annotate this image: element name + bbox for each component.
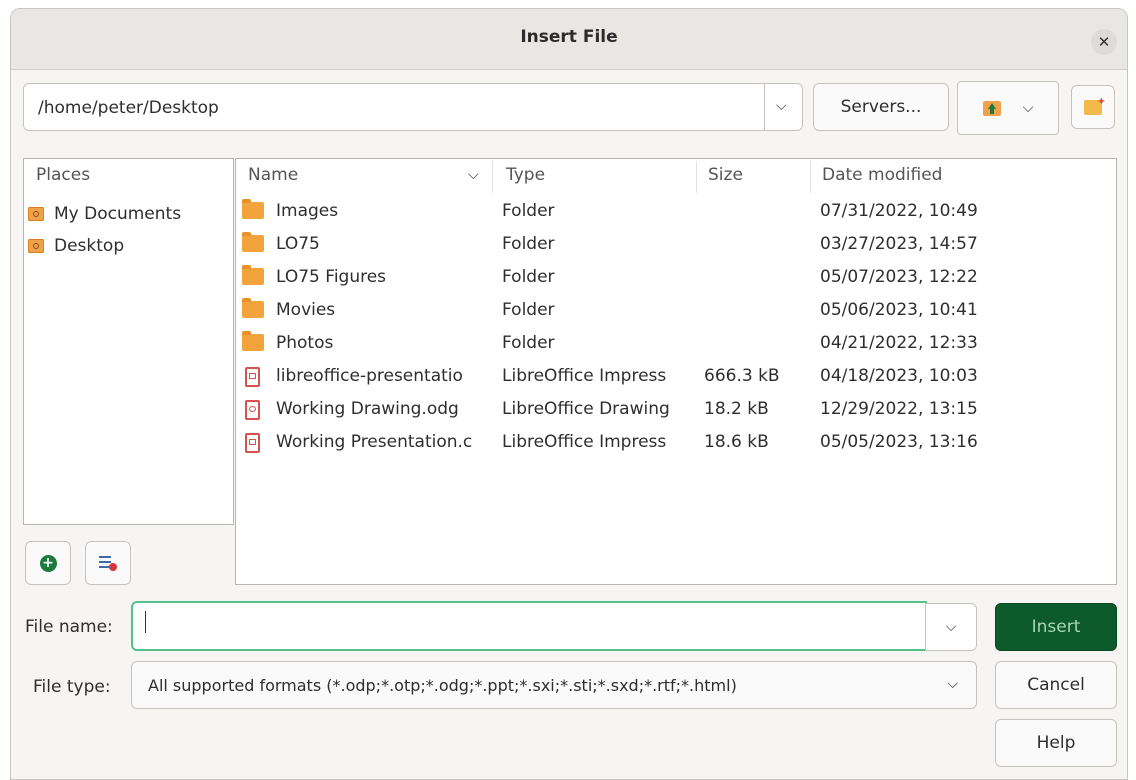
file-name-label: File name:	[25, 617, 113, 637]
table-row[interactable]: libreoffice-presentatio LibreOffice Impr…	[236, 361, 1116, 394]
add-place-button[interactable]: +	[25, 541, 71, 585]
file-date: 03/27/2023, 14:57	[820, 234, 978, 254]
folder-icon	[28, 239, 44, 253]
file-name: LO75 Figures	[276, 267, 387, 287]
dialog-title: Insert File	[520, 27, 618, 47]
file-name: Working Presentation.c	[276, 432, 473, 452]
file-date: 12/29/2022, 13:15	[820, 399, 978, 419]
file-date: 04/18/2023, 10:03	[820, 366, 978, 386]
folder-icon	[242, 265, 264, 285]
file-type: Folder	[502, 267, 555, 287]
places-header: Places	[36, 165, 91, 185]
folder-icon	[28, 207, 44, 221]
file-size: 18.6 kB	[704, 432, 769, 452]
table-row[interactable]: Working Drawing.odg LibreOffice Drawing …	[236, 394, 1116, 427]
add-place-icon: +	[39, 554, 57, 572]
table-row[interactable]: Photos Folder 04/21/2022, 12:33	[236, 328, 1116, 361]
servers-button[interactable]: Servers...	[813, 83, 949, 131]
table-row[interactable]: Movies Folder 05/06/2023, 10:41	[236, 295, 1116, 328]
table-row[interactable]: LO75 Figures Folder 05/07/2023, 12:22	[236, 262, 1116, 295]
file-name: Images	[276, 201, 339, 221]
place-label: Desktop	[54, 236, 125, 256]
file-size: 18.2 kB	[704, 399, 769, 419]
cancel-label: Cancel	[1027, 675, 1085, 695]
chevron-down-icon: ⌵	[947, 676, 958, 692]
up-folder-button[interactable]: ⌵	[957, 81, 1059, 135]
table-row[interactable]: Images Folder 07/31/2022, 10:49	[236, 196, 1116, 229]
servers-label: Servers...	[840, 97, 922, 117]
file-type: LibreOffice Impress	[502, 366, 667, 386]
file-type: LibreOffice Impress	[502, 432, 667, 452]
table-row[interactable]: LO75 Folder 03/27/2023, 14:57	[236, 229, 1116, 262]
places-panel: Places My Documents Desktop	[23, 158, 234, 525]
file-date: 05/05/2023, 13:16	[820, 432, 978, 452]
impress-doc-icon	[245, 367, 260, 387]
file-date: 07/31/2022, 10:49	[820, 201, 978, 221]
folder-icon	[242, 298, 264, 318]
chevron-down-icon[interactable]: ⌵	[1023, 100, 1034, 116]
file-name: Movies	[276, 300, 336, 320]
text-cursor	[145, 611, 146, 633]
column-date-label: Date modified	[822, 165, 943, 185]
file-type-value: All supported formats (*.odp;*.otp;*.odg…	[148, 675, 737, 695]
chevron-down-icon[interactable]: ⌵	[776, 98, 787, 114]
file-date: 04/21/2022, 12:33	[820, 333, 978, 353]
cancel-button[interactable]: Cancel	[995, 661, 1117, 709]
insert-button[interactable]: Insert	[995, 603, 1117, 651]
file-type-select[interactable]: All supported formats (*.odp;*.otp;*.odg…	[131, 661, 977, 709]
chevron-down-icon: ⌵	[945, 619, 957, 635]
help-button[interactable]: Help	[995, 719, 1117, 767]
file-type-label: File type:	[33, 677, 111, 697]
column-header-date[interactable]: Date modified	[822, 165, 942, 185]
file-name: libreoffice-presentatio	[276, 366, 463, 386]
remove-place-button[interactable]	[85, 541, 131, 585]
file-type: Folder	[502, 234, 555, 254]
new-folder-button[interactable]: ✦	[1071, 85, 1115, 129]
column-name-label: Name	[248, 165, 299, 185]
file-size: 666.3 kB	[704, 366, 780, 386]
remove-place-icon	[99, 555, 117, 571]
file-date: 05/07/2023, 12:22	[820, 267, 978, 287]
draw-doc-icon	[245, 400, 260, 420]
file-name: LO75	[276, 234, 320, 254]
place-label: My Documents	[54, 204, 182, 224]
folder-icon	[242, 331, 264, 351]
impress-doc-icon	[245, 433, 260, 453]
path-combobox[interactable]: /home/peter/Desktop ⌵	[23, 83, 803, 131]
column-size-label: Size	[708, 165, 743, 185]
column-type-label: Type	[506, 165, 546, 185]
place-item-desktop[interactable]: Desktop	[28, 231, 124, 261]
column-header-size[interactable]: Size	[708, 165, 743, 185]
folder-up-icon	[982, 100, 1001, 116]
close-icon[interactable]: ✕	[1091, 29, 1117, 55]
file-name-input[interactable]	[131, 601, 927, 651]
file-type: LibreOffice Drawing	[502, 399, 670, 419]
title-bar: Insert File ✕	[11, 9, 1127, 70]
file-type: Folder	[502, 300, 555, 320]
help-label: Help	[1036, 733, 1076, 753]
file-type: Folder	[502, 333, 555, 353]
path-input[interactable]: /home/peter/Desktop	[38, 98, 219, 118]
folder-icon	[242, 232, 264, 252]
table-row[interactable]: Working Presentation.c LibreOffice Impre…	[236, 427, 1116, 460]
new-folder-icon: ✦	[1084, 95, 1106, 115]
column-header-name[interactable]: Name	[248, 165, 298, 185]
file-name: Working Drawing.odg	[276, 399, 459, 419]
file-date: 05/06/2023, 10:41	[820, 300, 978, 320]
file-name: Photos	[276, 333, 334, 353]
chevron-down-icon[interactable]: ⌵	[468, 167, 479, 183]
insert-label: Insert	[1031, 617, 1081, 637]
column-header-type[interactable]: Type	[506, 165, 545, 185]
file-name-dropdown[interactable]: ⌵	[925, 603, 977, 651]
file-type: Folder	[502, 201, 555, 221]
place-item-my-documents[interactable]: My Documents	[28, 199, 181, 229]
file-list-panel: Name ⌵ Type Size Date modified Images Fo…	[235, 158, 1117, 585]
insert-file-dialog: Insert File ✕ /home/peter/Desktop ⌵ Serv…	[10, 8, 1128, 780]
folder-icon	[242, 199, 264, 219]
